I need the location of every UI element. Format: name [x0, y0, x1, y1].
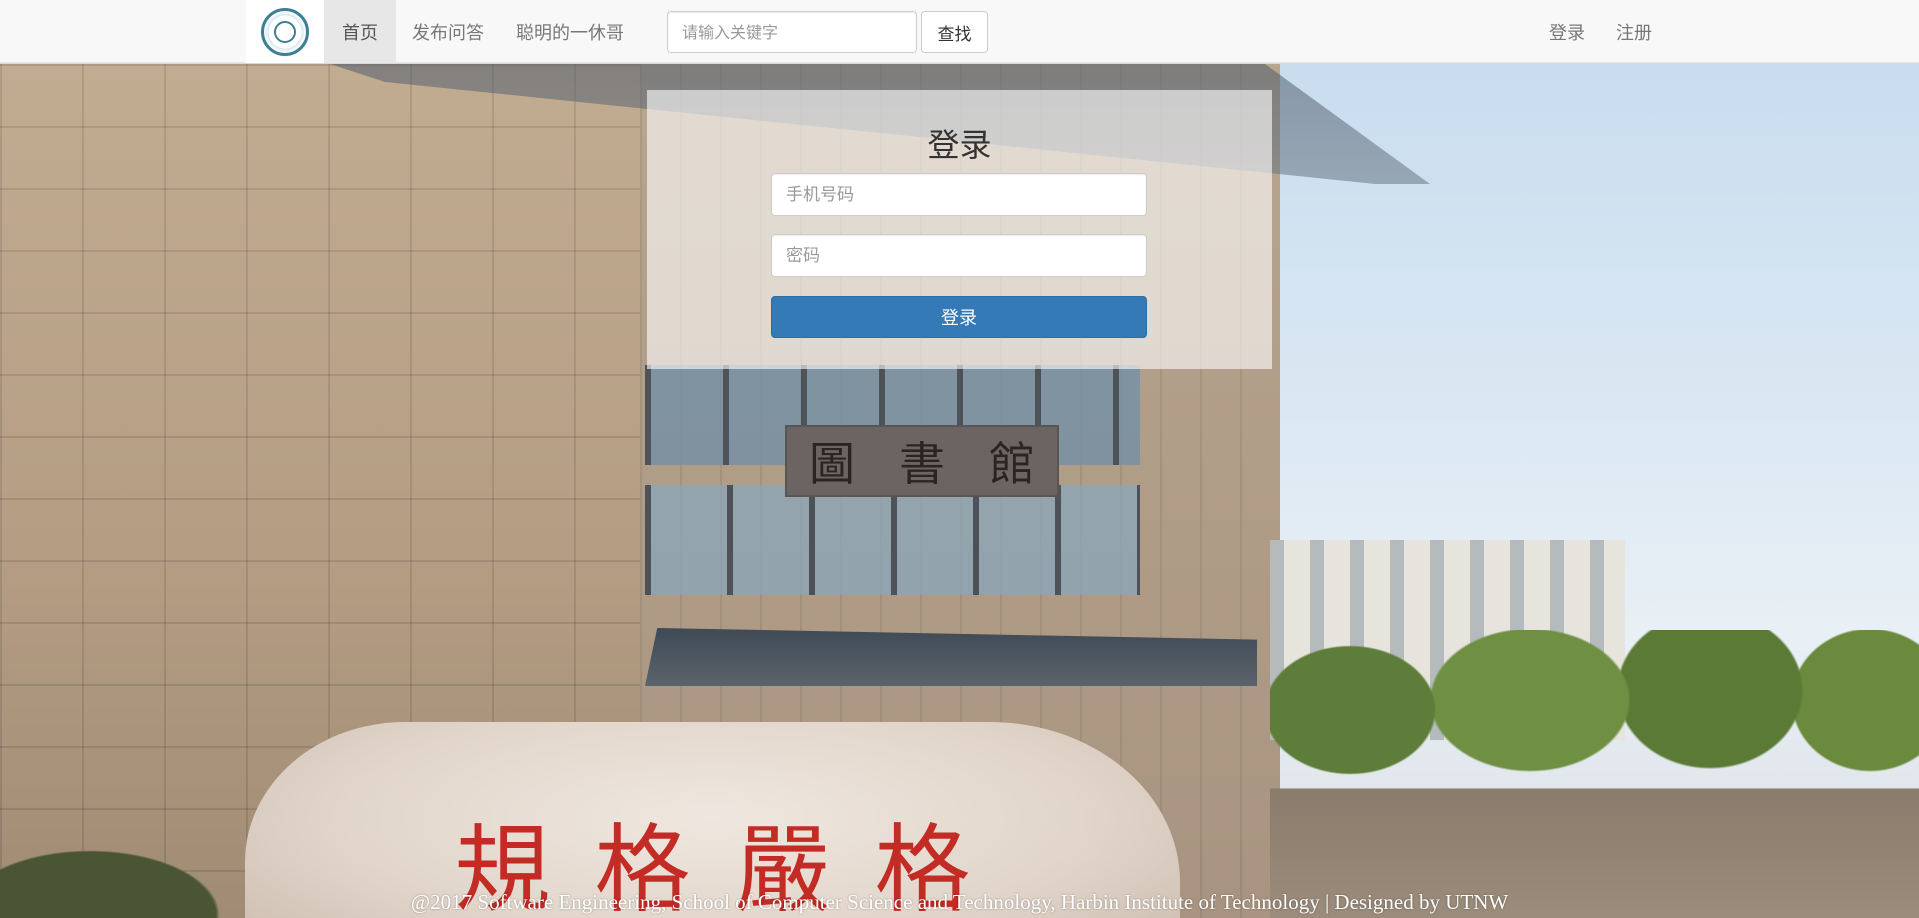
top-navbar: 首页 发布问答 聪明的一休哥 查找 登录 注册: [0, 0, 1919, 63]
sign-char: 圖: [809, 437, 855, 491]
logo-link[interactable]: [246, 0, 324, 63]
background-library-sign: 圖 書 館: [785, 425, 1059, 497]
background-windows-lower: [645, 485, 1140, 595]
search-button[interactable]: 查找: [921, 11, 988, 53]
nav-register[interactable]: 注册: [1602, 0, 1666, 63]
background-trees: [1270, 630, 1919, 918]
phone-field[interactable]: [771, 173, 1147, 216]
sign-char: 書: [899, 437, 945, 491]
search-input[interactable]: [667, 11, 917, 53]
login-submit-button[interactable]: 登录: [771, 296, 1147, 338]
footer-copyright: @2017 Software Engineering, School of Co…: [410, 890, 1509, 914]
nav-post-question[interactable]: 发布问答: [396, 0, 500, 63]
nav-smart-ikkyu[interactable]: 聪明的一休哥: [500, 0, 640, 63]
navbar-container: 首页 发布问答 聪明的一休哥 查找 登录 注册: [246, 0, 1666, 63]
nav-home[interactable]: 首页: [324, 0, 396, 63]
sign-char: 館: [989, 437, 1035, 491]
password-field[interactable]: [771, 234, 1147, 277]
nav-login[interactable]: 登录: [1534, 0, 1600, 63]
page: 圖 書 館 規 格 嚴 格 首页 发布问答 聪明的一休哥 查找 登录 注册: [0, 0, 1919, 918]
seal-inner-ring: [274, 20, 296, 43]
university-seal-icon: [261, 7, 309, 56]
login-title: 登录: [927, 126, 992, 164]
